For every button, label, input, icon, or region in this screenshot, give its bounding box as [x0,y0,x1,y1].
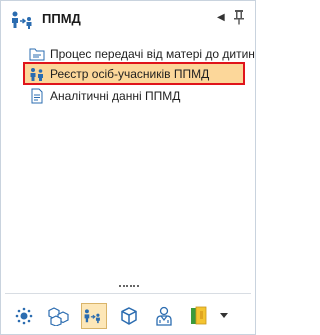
toolbar-overflow-button[interactable] [217,303,231,329]
doctor-icon [156,306,172,326]
toolbar-button-settings[interactable] [11,303,37,329]
tree-item-label: Процес передачі від матері до дитини [50,46,255,61]
toolbar-button-doctor[interactable] [151,303,177,329]
cube-icon [121,307,137,325]
tree-item-label: Аналітичні данні ППМД [50,88,181,103]
family-icon [12,11,32,29]
toolbar-button-cube[interactable] [116,303,142,329]
folders-icon [191,306,207,325]
divider [5,293,251,294]
tree-item-registry[interactable]: Реєстр осіб-учасників ППМД [23,62,245,85]
chevron-down-icon [220,313,228,318]
tree-item-analytics[interactable]: Аналітичні данні ППМД [29,86,249,105]
tree-item-label: Реєстр осіб-учасників ППМД [50,66,210,81]
family-icon [84,309,100,324]
pin-icon[interactable] [232,9,246,25]
sun-gear-icon [15,307,33,325]
toolbar-button-boxes[interactable] [46,303,72,329]
tree-item-process[interactable]: Процес передачі від матері до дитини [29,44,255,63]
panel-header: ППМД ◀ [1,1,255,37]
folder-icon [29,48,45,60]
panel-title: ППМД [42,11,81,26]
navigation-panel: ППМД ◀ Процес передачі від матері до дит… [0,0,256,335]
triangle-left-icon[interactable]: ◀ [217,12,225,23]
resize-grip[interactable] [119,285,139,288]
document-icon [31,88,43,103]
toolbar-button-folders[interactable] [186,303,212,329]
toolbar-button-ppmd[interactable] [81,303,107,329]
people-icon [30,67,43,81]
boxes-icon [48,307,69,326]
